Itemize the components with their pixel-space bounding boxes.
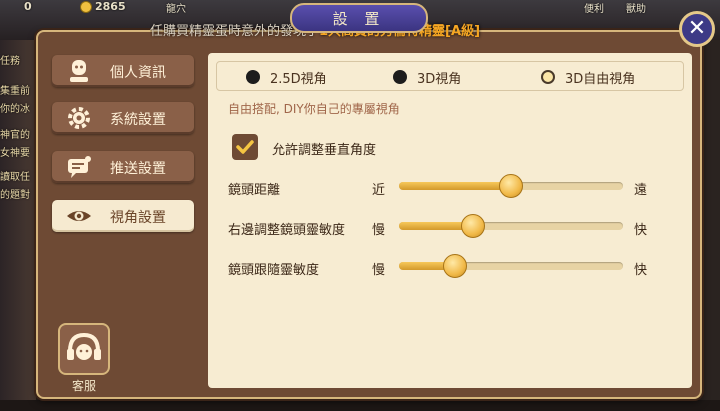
camera-description: 自由搭配, DIY你自己的專屬視角 xyxy=(228,102,400,116)
camera-distance-slider[interactable] xyxy=(399,174,623,198)
slider-max-label: 快 xyxy=(634,223,648,238)
hud-label-b[interactable]: 便利 xyxy=(584,0,604,15)
radio-dot xyxy=(393,70,407,84)
camera-option-label: 2.5D視角 xyxy=(270,72,327,87)
sidebar-item-camera[interactable]: 視角設置 xyxy=(52,200,194,232)
camera-follow-sensitivity-slider[interactable] xyxy=(399,254,623,278)
sidebar-item-label: 推送設置 xyxy=(110,161,166,177)
hud-label-c[interactable]: 獸助 xyxy=(626,0,646,15)
side-task-5[interactable]: 讀取任 xyxy=(0,168,34,183)
side-task-6[interactable]: 的題對 xyxy=(0,186,34,201)
hud-label-a[interactable]: 龍穴 xyxy=(166,0,186,15)
vertical-angle-label: 允許調整垂直角度 xyxy=(272,143,377,158)
message-icon xyxy=(68,156,91,178)
slider-label-follow-sensitivity: 鏡頭跟隨靈敏度 xyxy=(228,263,320,278)
slider-label-distance: 鏡頭距離 xyxy=(228,183,281,198)
sidebar-item-label: 視角設置 xyxy=(110,210,166,226)
side-task-1[interactable]: 集重前 xyxy=(0,82,34,97)
slider-handle[interactable] xyxy=(499,174,523,198)
slider-fill xyxy=(399,182,511,190)
close-button[interactable]: ✕ xyxy=(679,11,715,47)
slider-handle[interactable] xyxy=(461,214,485,238)
slider-min-label: 慢 xyxy=(372,263,386,278)
sidebar-item-profile[interactable]: 個人資訊 xyxy=(52,55,194,87)
sidebar-item-push[interactable]: 推送設置 xyxy=(52,151,194,183)
game-bottom-strip xyxy=(0,400,720,411)
radio-dot xyxy=(246,70,260,84)
window-title: 設 置 xyxy=(290,3,428,33)
sidebar-item-label: 系統設置 xyxy=(110,112,166,128)
side-task-3[interactable]: 神官的 xyxy=(0,126,34,141)
coin-icon xyxy=(80,1,92,13)
side-task-4[interactable]: 女神要 xyxy=(0,144,34,159)
sidebar-item-label: 個人資訊 xyxy=(110,65,166,81)
camera-option-label: 3D自由視角 xyxy=(565,72,636,87)
gear-icon xyxy=(68,107,90,129)
right-adjust-sensitivity-slider[interactable] xyxy=(399,214,623,238)
sidebar-item-system[interactable]: 系統設置 xyxy=(52,102,194,134)
checkmark-icon xyxy=(236,140,254,154)
hud-counter-a: 0 xyxy=(24,0,32,13)
slider-min-label: 慢 xyxy=(372,223,386,238)
vertical-angle-checkbox[interactable] xyxy=(232,134,258,160)
slider-label-right-sensitivity: 右邊調整鏡頭靈敏度 xyxy=(228,223,346,238)
radio-dot-selected xyxy=(541,70,555,84)
side-task-0[interactable]: 任務 xyxy=(0,52,34,67)
slider-min-label: 近 xyxy=(372,183,386,198)
person-icon xyxy=(70,60,88,82)
customer-service-label: 客服 xyxy=(71,379,96,393)
headset-icon xyxy=(67,332,101,360)
eye-icon xyxy=(67,211,91,221)
slider-handle[interactable] xyxy=(443,254,467,278)
hud-counter-b: 2865 xyxy=(80,0,126,13)
side-task-2[interactable]: 你的冰 xyxy=(0,100,34,115)
customer-service-button[interactable] xyxy=(58,323,110,375)
close-icon: ✕ xyxy=(687,16,707,41)
slider-max-label: 快 xyxy=(634,263,648,278)
slider-max-label: 遠 xyxy=(634,183,648,198)
camera-option-label: 3D視角 xyxy=(417,72,462,87)
